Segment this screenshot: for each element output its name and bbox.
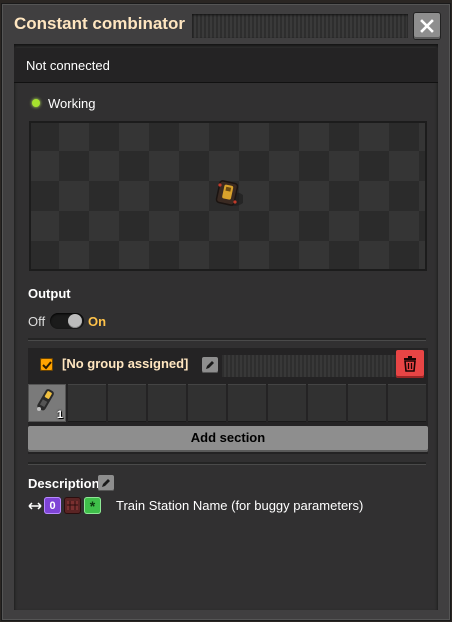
status-dot-icon — [32, 99, 40, 107]
signal-slot[interactable] — [108, 384, 146, 422]
add-section-button[interactable]: Add section — [28, 426, 428, 452]
window-titlebar[interactable]: Constant combinator — [2, 4, 450, 44]
pencil-icon — [206, 361, 214, 369]
delete-section-button[interactable] — [396, 350, 424, 378]
output-toggle-switch[interactable] — [50, 313, 84, 329]
signal-slot[interactable] — [388, 384, 426, 422]
constant-combinator-entity-icon — [215, 180, 243, 206]
group-name: [No group assigned] — [62, 356, 189, 371]
trash-icon — [404, 356, 416, 372]
constant-combinator-window: Constant combinator Not connected Workin… — [2, 4, 450, 620]
divider — [28, 338, 426, 341]
signal-slot[interactable] — [68, 384, 106, 422]
signal-slot[interactable] — [148, 384, 186, 422]
edit-group-button[interactable] — [202, 357, 218, 373]
description-heading: Description — [28, 476, 100, 491]
signal-slot[interactable] — [308, 384, 346, 422]
group-drag-handle[interactable] — [222, 355, 402, 377]
group-header: [No group assigned] — [28, 348, 428, 382]
titlebar-drag-handle[interactable] — [192, 14, 408, 38]
signal-slots: 1 — [28, 384, 428, 424]
checkmark-icon — [41, 360, 52, 369]
signal-slot[interactable] — [268, 384, 306, 422]
signal-everything-icon: * — [84, 497, 101, 514]
connection-status-bar: Not connected — [14, 48, 438, 83]
close-button[interactable] — [414, 13, 440, 39]
description-content: 0 * Train Station Name (for buggy parame… — [28, 496, 428, 518]
signal-slot[interactable]: 1 — [28, 384, 66, 422]
window-content: Not connected Working Output Off On [No … — [14, 44, 438, 610]
left-right-arrow-icon — [28, 502, 42, 510]
working-status-label: Working — [48, 96, 96, 111]
divider — [28, 462, 426, 465]
entity-preview[interactable] — [29, 121, 427, 271]
window-title: Constant combinator — [14, 14, 185, 33]
close-icon — [420, 19, 434, 33]
train-stop-icon — [64, 497, 81, 514]
connection-status: Not connected — [26, 58, 110, 73]
description-text: Train Station Name (for buggy parameters… — [116, 498, 364, 513]
signal-count: 1 — [56, 409, 63, 421]
output-off-label: Off — [28, 314, 46, 329]
toggle-knob — [68, 314, 82, 328]
signal-group-panel: [No group assigned] 1 Add section — [28, 348, 428, 454]
signal-zero-icon: 0 — [44, 497, 61, 514]
output-on-label: On — [88, 314, 107, 329]
group-enabled-checkbox[interactable] — [40, 358, 53, 371]
signal-slot[interactable] — [188, 384, 226, 422]
signal-slot[interactable] — [228, 384, 266, 422]
edit-description-button[interactable] — [98, 475, 114, 491]
signal-slot[interactable] — [348, 384, 386, 422]
locomotive-icon — [37, 389, 54, 411]
pencil-icon — [102, 479, 110, 487]
output-heading: Output — [28, 286, 71, 301]
